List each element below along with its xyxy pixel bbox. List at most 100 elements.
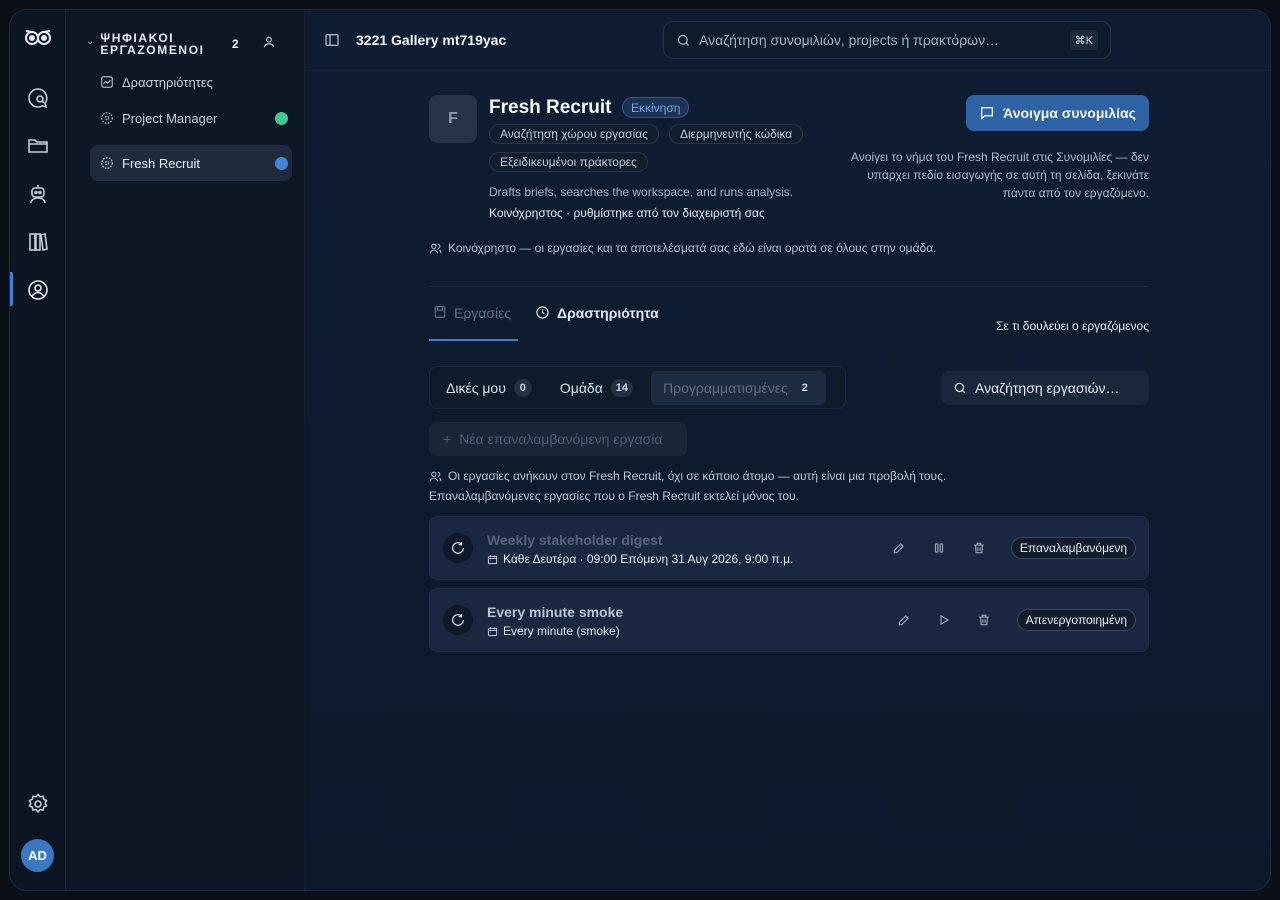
capability-chips: Αναζήτηση χώρου εργασίας Διερμηνευτής κώ… [489,124,829,172]
agent-gear-icon [101,112,113,124]
books-icon[interactable] [22,226,54,258]
filter-scheduled[interactable]: Προγραμματισμένες 2 [651,370,826,405]
sidebar-header[interactable]: ⌄ ΨΗΦΙΑΚΟΙ ΕΡΓΑΖΟΜΕΝΟΙ [86,32,212,56]
tab-label: Εργασίες [454,305,512,321]
count-badge: 14 [610,378,634,397]
status-badge: Εκκίνηση [622,97,690,118]
status-dot [275,156,288,170]
filter-label: Ομάδα [559,379,603,396]
agent-ownership: Κοινόχρηστος · ρυθμίστηκε από τον διαχει… [489,206,765,220]
rail-active-indicator [10,272,13,306]
page-title: 3221 Gallery mt719yac [356,32,507,48]
task-actions [888,537,990,559]
new-recurring-task-button[interactable]: + Νέα επαναλαμβανόμενη εργασία [429,422,687,456]
trash-icon[interactable] [973,609,995,631]
capability-chip: Διερμηνευτής κώδικα [668,124,804,144]
calendar-icon [487,626,498,636]
task-name: Weekly stakeholder digest [487,532,663,548]
chat-search-icon[interactable] [22,82,54,114]
agent-avatar: F [429,95,477,143]
tasks-ownership-note: Οι εργασίες ανήκουν στον Fresh Recruit, … [429,469,946,483]
folder-icon[interactable] [22,130,54,162]
open-chat-button[interactable]: Άνοιγμα συνομιλίας [966,95,1149,131]
add-worker-icon[interactable] [262,35,276,54]
tab-label: Δραστηριότητα [557,305,659,321]
tab-underline [429,339,518,341]
schedule-text: Every minute (smoke) [503,624,620,638]
new-task-label: Νέα επαναλαμβανόμενη εργασία [459,431,663,447]
open-chat-note: Ανοίγει το νήμα του Fresh Recruit στις Σ… [850,150,1149,200]
filter-mine[interactable]: Δικές μου 0 [434,371,544,405]
sidebar-item-activities[interactable]: Δραστηριότητες [90,64,292,100]
filter-label: Προγραμματισμένες [663,379,788,396]
icon-rail: AD [10,10,66,890]
plus-icon: + [443,431,452,447]
edit-icon[interactable] [893,609,915,631]
task-name: Every minute smoke [487,604,624,620]
task-row[interactable]: Weekly stakeholder digest Κάθε Δευτέρα ·… [429,516,1149,580]
task-actions [893,609,995,631]
search-icon [954,382,966,394]
agent-name: Fresh Recruit [489,97,612,118]
count-badge: 2 [801,381,808,394]
open-chat-label: Άνοιγμα συνομιλίας [1003,105,1136,121]
task-state-badge: Απενεργοποιημένη [1016,609,1136,631]
note-text: Οι εργασίες ανήκουν στον Fresh Recruit, … [448,469,947,483]
user-circle-icon[interactable] [22,274,54,306]
clock-icon [536,306,549,319]
filter-label: Δικές μου [446,379,506,396]
divider [429,286,1149,287]
capability-chip: Εξειδικευμένοι πράκτορες [489,152,648,172]
robot-icon[interactable] [22,178,54,210]
app-window: AD ⌄ ΨΗΦΙΑΚΟΙ ΕΡΓΑΖΟΜΕΝΟΙ 2 Δραστηριότητ… [9,9,1271,891]
agent-gear-icon [101,157,113,169]
task-schedule: Κάθε Δευτέρα · 09:00 Επόμενη 31 Αυγ 2026… [487,552,793,566]
task-schedule: Every minute (smoke) [487,624,620,638]
shared-info-text: Κοινόχρηστο — οι εργασίες και τα αποτελέ… [448,241,937,255]
chat-bubble-icon [981,107,994,120]
edit-icon[interactable] [888,537,910,559]
users-icon [429,471,442,482]
recurring-note: Επαναλαμβανόμενες εργασίες που ο Fresh R… [429,489,799,503]
sidebar-toggle-icon[interactable] [324,32,340,53]
users-icon [429,243,442,254]
tasks-icon [434,306,446,318]
tab-tasks[interactable]: Εργασίες [433,305,518,341]
sidebar-title: ΨΗΦΙΑΚΟΙ ΕΡΓΑΖΟΜΕΝΟΙ [100,31,205,57]
pause-icon[interactable] [928,537,950,559]
play-icon[interactable] [933,609,955,631]
schedule-text: Κάθε Δευτέρα · 09:00 Επόμενη 31 Αυγ 2026… [503,552,794,566]
filter-team[interactable]: Ομάδα 14 [548,371,645,405]
chevron-down-icon[interactable]: ⌄ [86,36,94,47]
search-input[interactable] [699,32,1069,48]
sidebar-item-fresh-recruit[interactable]: Fresh Recruit [90,145,292,181]
shortcut-badge: ⌘K [1069,30,1098,50]
tab-activity[interactable]: Δραστηριότητα [535,305,659,341]
status-dot [275,111,288,125]
activity-chart-icon [101,76,113,88]
trash-icon[interactable] [968,537,990,559]
global-search[interactable]: ⌘K [663,21,1111,59]
refresh-icon [443,533,473,563]
top-bar: 3221 Gallery mt719yac ⌘K [305,10,1270,71]
capability-chip: Αναζήτηση χώρου εργασίας [489,124,659,144]
avatar[interactable]: AD [21,839,54,872]
refresh-icon [443,605,473,635]
calendar-icon [487,554,498,564]
sidebar-count: 2 [232,37,239,51]
count-badge: 0 [513,378,532,397]
search-icon [677,34,689,46]
task-search-input[interactable] [975,380,1135,396]
sidebar-item-label: Δραστηριότητες [122,74,213,90]
task-search[interactable] [941,371,1149,405]
main-area: 3221 Gallery mt719yac ⌘K F Fresh Recruit… [305,10,1270,890]
task-filter-segment: Δικές μου 0 Ομάδα 14 Προγραμματισμένες 2 [429,366,846,409]
gear-icon[interactable] [22,788,54,820]
task-row[interactable]: Every minute smoke Every minute (smoke) … [429,588,1149,652]
task-state-badge: Επαναλαμβανόμενη [1010,537,1136,559]
shared-info: Κοινόχρηστο — οι εργασίες και τα αποτελέ… [429,241,936,255]
owl-logo-icon[interactable] [22,22,54,54]
worker-activity-link[interactable]: Σε τι δουλεύει ο εργαζόμενος [996,319,1149,333]
sidebar-item-project-manager[interactable]: Project Manager [90,100,292,136]
agent-description: Drafts briefs, searches the workspace, a… [489,185,794,199]
